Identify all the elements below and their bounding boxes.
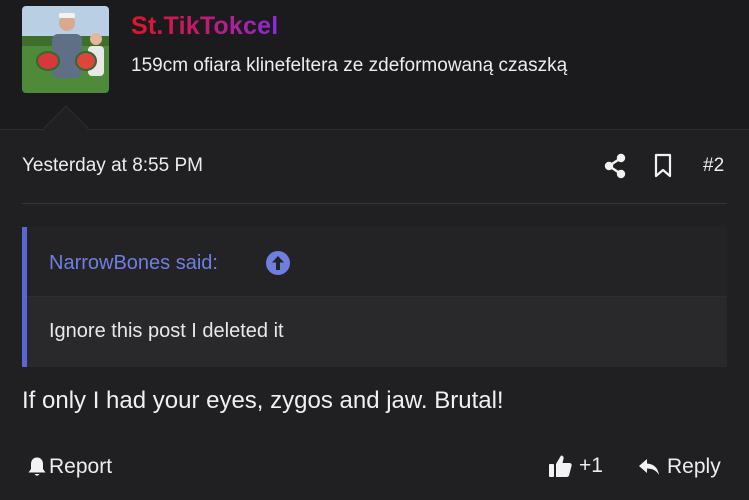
quote-block: NarrowBones said: Ignore this post I del…	[22, 227, 727, 367]
quote-text: Ignore this post I deleted it	[49, 320, 284, 342]
share-icon[interactable]	[603, 153, 627, 179]
reply-label: Reply	[667, 455, 721, 478]
post-header: St.TikTokcel 159cm ofiara klinefeltera z…	[0, 0, 749, 130]
post-number[interactable]: #2	[703, 155, 724, 177]
user-title: 159cm ofiara klinefeltera ze zdeformowan…	[131, 55, 568, 76]
divider	[22, 203, 727, 204]
like-button[interactable]: +1	[548, 451, 603, 481]
bell-icon	[28, 457, 46, 476]
reply-arrow-icon	[639, 459, 659, 475]
reply-button[interactable]: Reply	[637, 453, 721, 481]
post-meta: Yesterday at 8:55 PM #2	[0, 130, 749, 204]
arrow-up-circle-icon[interactable]	[266, 251, 290, 275]
username[interactable]: St.TikTokcel	[131, 12, 278, 41]
forum-post: St.TikTokcel 159cm ofiara klinefeltera z…	[0, 0, 749, 500]
avatar-photo-icon	[22, 6, 109, 93]
report-button[interactable]: Report	[27, 453, 112, 481]
thumbs-up-icon	[549, 455, 572, 477]
quote-author[interactable]: NarrowBones said:	[49, 252, 218, 275]
like-count: +1	[579, 454, 603, 477]
avatar[interactable]	[22, 6, 109, 93]
report-label: Report	[49, 455, 113, 478]
post-message: If only I had your eyes, zygos and jaw. …	[22, 387, 504, 414]
bookmark-icon[interactable]	[652, 153, 674, 179]
post-timestamp[interactable]: Yesterday at 8:55 PM	[22, 155, 203, 177]
quote-header: NarrowBones said:	[27, 227, 727, 297]
